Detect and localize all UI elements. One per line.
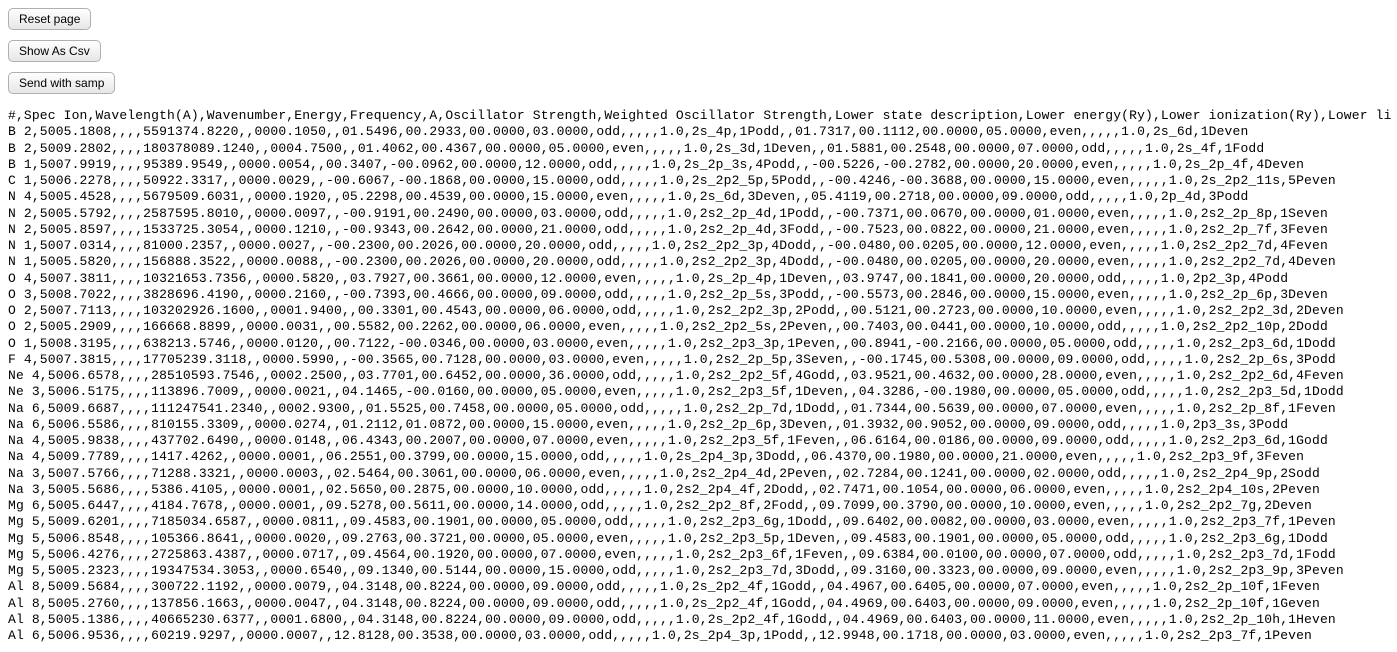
reset-page-button[interactable]: Reset page xyxy=(8,8,91,30)
send-samp-button[interactable]: Send with samp xyxy=(8,72,115,94)
show-csv-button[interactable]: Show As Csv xyxy=(8,40,101,62)
csv-output: #,Spec Ion,Wavelength(A),Wavenumber,Ener… xyxy=(8,108,1389,644)
